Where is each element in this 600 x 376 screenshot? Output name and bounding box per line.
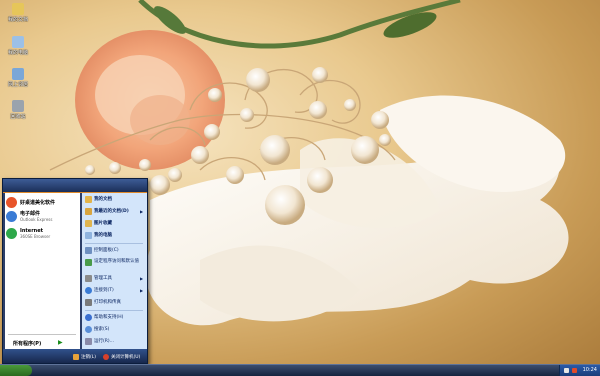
printers-icon	[85, 299, 92, 306]
connect-to-icon	[85, 287, 92, 294]
run-icon	[85, 338, 92, 345]
system-tray: 10:24	[559, 365, 600, 376]
computer-icon	[12, 36, 24, 48]
pinned-title: 好桌道美化软件	[20, 199, 56, 206]
recent-documents-icon	[85, 208, 92, 215]
tray-security-icon[interactable]	[572, 368, 577, 373]
my-pictures-icon	[85, 220, 92, 227]
menu-item-recent-documents[interactable]: 我最近的文档(D)	[85, 208, 129, 215]
pinned-internet[interactable]: Internet 360SE Browser	[6, 228, 50, 239]
all-programs-arrow-icon: ▶	[58, 339, 63, 346]
menu-item-search[interactable]: 搜索(S)	[85, 326, 109, 333]
control-panel-icon	[85, 247, 92, 254]
my-computer-icon	[85, 232, 92, 239]
shutdown-button[interactable]: 关闭计算机(U)	[103, 354, 140, 360]
menu-item-my-computer[interactable]: 我的电脑	[85, 232, 112, 239]
network-icon	[12, 68, 24, 80]
desktop-icon-computer[interactable]: 我的电脑	[4, 36, 32, 56]
desktop-icon-label: 我的电脑	[7, 50, 28, 56]
menu-item-help[interactable]: 帮助和支持(H)	[85, 314, 123, 321]
desktop-icon-label: 我的文档	[7, 17, 28, 23]
desktop-icon-documents[interactable]: 我的文档	[4, 3, 32, 23]
left-separator	[8, 334, 76, 335]
connect-to-arrow-icon: ▶	[140, 288, 144, 293]
my-documents-icon	[85, 196, 92, 203]
menu-item-admin-tools[interactable]: 管理工具	[85, 275, 112, 282]
pinned-subtitle: 360SE Browser	[20, 234, 51, 239]
start-menu: 好桌道美化软件 电子邮件 Outlook Express Internet 36…	[2, 178, 148, 364]
email-icon	[6, 211, 17, 222]
menu-item-control-panel[interactable]: 控制面板(C)	[85, 247, 119, 254]
logoff-icon	[73, 354, 79, 360]
all-programs-button[interactable]: 所有程序(P)	[13, 340, 41, 347]
desktop-icon-recycle-bin[interactable]: 回收站	[4, 100, 32, 120]
help-icon	[85, 314, 92, 321]
desktop-icon-label: 网上邻居	[7, 82, 28, 88]
right-separator	[85, 310, 143, 311]
program-defaults-icon	[85, 259, 92, 266]
documents-icon	[12, 3, 24, 15]
pinned-subtitle: Outlook Express	[20, 217, 53, 222]
start-menu-header	[3, 179, 147, 193]
search-icon	[85, 326, 92, 333]
power-icon	[103, 354, 109, 360]
tray-network-icon[interactable]	[564, 368, 569, 373]
pinned-beautify[interactable]: 好桌道美化软件	[6, 197, 55, 208]
menu-item-run[interactable]: 运行(R)...	[85, 338, 114, 345]
menu-item-my-pictures[interactable]: 图片收藏	[85, 220, 112, 227]
pinned-email[interactable]: 电子邮件 Outlook Express	[6, 211, 52, 222]
taskbar: 10:24	[0, 364, 600, 376]
right-separator	[85, 243, 143, 244]
menu-item-program-defaults[interactable]: 设定程序访问和默认值	[85, 259, 144, 266]
logoff-button[interactable]: 注销(L)	[73, 354, 96, 360]
menu-item-printers[interactable]: 打印机和传真	[85, 299, 121, 306]
start-button[interactable]	[0, 365, 32, 376]
recycle-bin-icon	[12, 100, 24, 112]
admin-tools-arrow-icon: ▶	[140, 276, 144, 281]
recent-documents-arrow-icon: ▶	[140, 209, 144, 214]
menu-item-connect-to[interactable]: 连接到(T)	[85, 287, 114, 294]
clock[interactable]: 10:24	[583, 367, 597, 373]
admin-tools-icon	[85, 275, 92, 282]
beautify-icon	[6, 197, 17, 208]
browser-icon	[6, 228, 17, 239]
desktop-icon-network[interactable]: 网上邻居	[4, 68, 32, 88]
desktop-icon-label: 回收站	[10, 114, 26, 120]
menu-item-my-documents[interactable]: 我的文档	[85, 196, 112, 203]
